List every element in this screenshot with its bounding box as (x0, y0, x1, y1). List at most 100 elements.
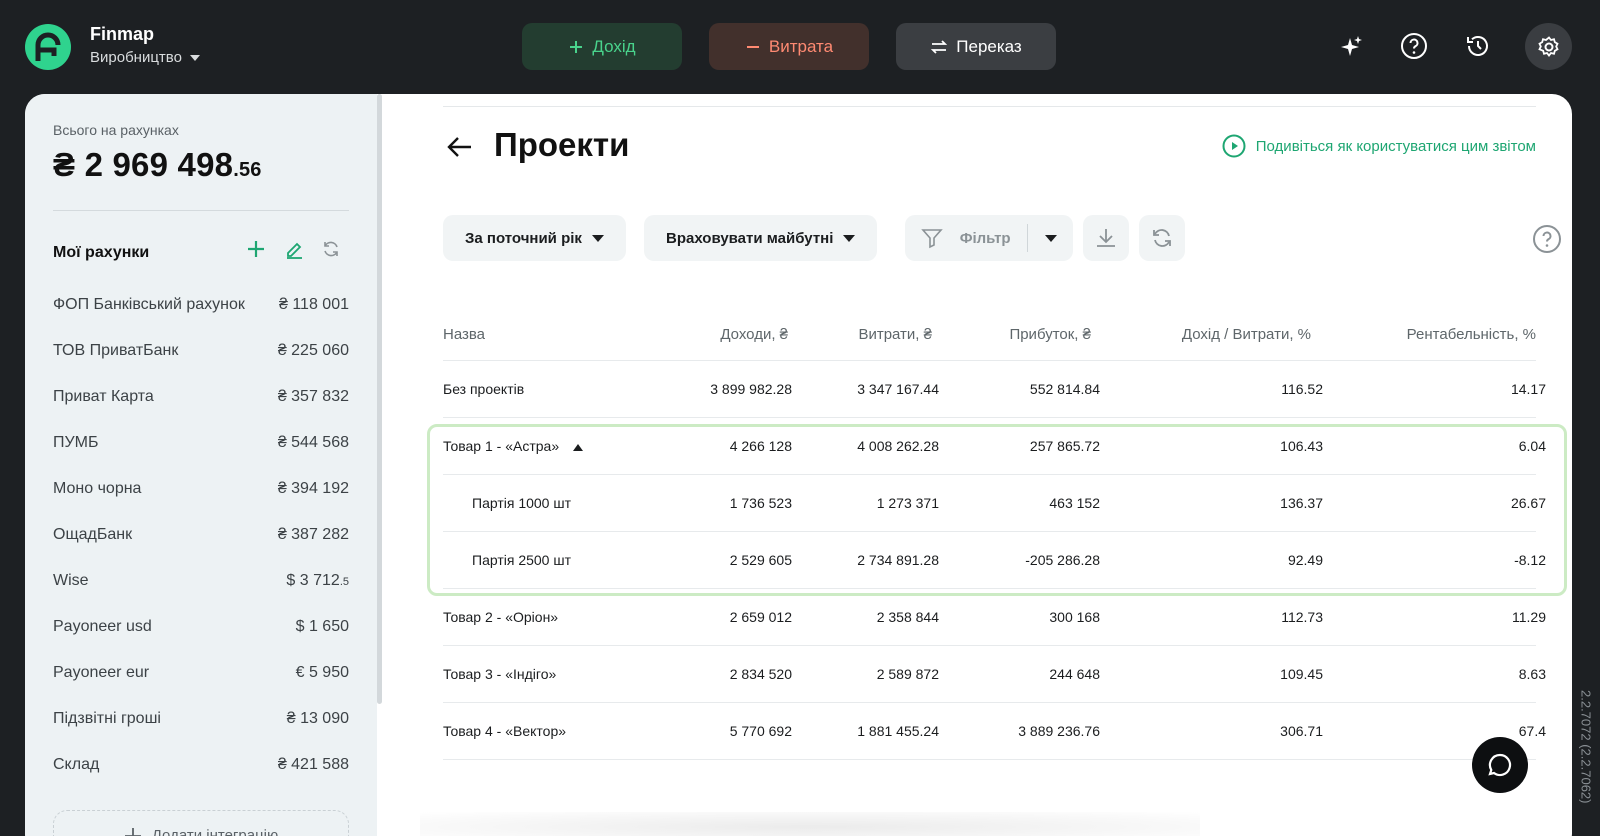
account-item[interactable]: ФОП Банківський рахунок ₴ 118 001 (53, 283, 349, 327)
divider (1027, 224, 1029, 252)
account-balance: $ 3 712.5 (286, 572, 349, 590)
table-row[interactable]: Без проектів 3 899 982.28 3 347 167.44 5… (443, 361, 1546, 418)
tutorial-link-label: Подивіться як користуватися цим звітом (1255, 137, 1536, 155)
expense-value: 1 881 455.24 (857, 723, 939, 739)
account-name: ФОП Банківський рахунок (53, 296, 245, 313)
divider (53, 210, 349, 211)
brand-name: Finmap (90, 24, 155, 44)
ratio-value: 109.45 (1280, 666, 1323, 682)
account-item[interactable]: ОщадБанк ₴ 387 282 (53, 513, 349, 557)
account-item[interactable]: Приват Карта ₴ 357 832 (53, 375, 349, 419)
account-item[interactable]: ТОВ ПриватБанк ₴ 225 060 (53, 329, 349, 373)
table-subrow[interactable]: Партія 2500 шт 2 529 605 2 734 891.28 -2… (443, 532, 1546, 589)
add-income-button[interactable]: Дохід (522, 23, 682, 70)
sidebar-scrollbar[interactable] (377, 94, 382, 704)
account-name: ТОВ ПриватБанк (53, 342, 179, 359)
column-header-margin[interactable]: Рентабельність, % (1407, 326, 1536, 343)
period-dropdown[interactable]: За поточний рік (443, 215, 626, 261)
profit-value: 300 168 (1049, 609, 1100, 625)
accounts-sidebar: Всього на рахунках ₴ 2 969 498.56 Мої ра… (25, 94, 377, 836)
column-header-expense[interactable]: Витрати, ₴ (858, 326, 932, 343)
edit-accounts-button[interactable] (281, 236, 307, 262)
profit-value: 552 814.84 (1029, 381, 1100, 397)
account-item[interactable]: ПУМБ ₴ 544 568 (53, 421, 349, 465)
account-item[interactable]: Payoneer eur € 5 950 (53, 651, 349, 695)
account-balance-main: $ 1 650 (295, 618, 349, 635)
chevron-down-icon (591, 234, 604, 242)
workspace-selector[interactable]: Виробництво (90, 49, 200, 66)
arrow-left-icon[interactable] (445, 134, 475, 160)
settings-button[interactable] (1525, 23, 1572, 70)
table-row[interactable]: Товар 2 - «Оріон» 2 659 012 2 358 844 30… (443, 589, 1546, 646)
ratio-value: 116.52 (1281, 381, 1323, 397)
account-balance-main: ₴ 225 060 (277, 342, 349, 359)
edit-icon (287, 242, 302, 259)
income-value: 2 659 012 (729, 609, 792, 625)
column-header-profit[interactable]: Прибуток, ₴ (1009, 326, 1091, 343)
expense-value: 2 358 844 (876, 609, 939, 625)
account-balance-main: ₴ 357 832 (277, 388, 349, 405)
add-integration-button[interactable]: Додати інтеграцію (53, 810, 349, 836)
refresh-accounts-button[interactable] (318, 236, 344, 262)
download-button[interactable] (1083, 215, 1129, 261)
project-name: Без проектів (443, 381, 525, 397)
account-balance: ₴ 421 588 (278, 756, 349, 774)
gear-icon (1537, 35, 1559, 57)
chevron-down-icon[interactable] (1044, 234, 1057, 242)
history-button[interactable] (1462, 30, 1494, 62)
table-row[interactable]: Товар 3 - «Індіго» 2 834 520 2 589 872 2… (443, 646, 1546, 703)
chevron-up-icon[interactable] (573, 443, 584, 451)
ai-assistant-button[interactable] (1336, 30, 1368, 62)
page-title: Проекти (494, 126, 630, 163)
table-subrow[interactable]: Партія 1000 шт 1 736 523 1 273 371 463 1… (443, 475, 1546, 532)
minus-icon (746, 45, 759, 48)
logo-icon[interactable] (24, 23, 72, 71)
column-header-income[interactable]: Доходи, ₴ (720, 326, 788, 343)
expense-value: 3 347 167.44 (857, 381, 939, 397)
filter-button[interactable]: Фільтр (905, 215, 1073, 261)
expense-value: 2 734 891.28 (857, 552, 939, 568)
workspace-switcher[interactable]: Finmap Виробництво (90, 24, 200, 66)
add-transfer-button[interactable]: Переказ (896, 23, 1056, 70)
account-name: Підзвітні гроші (53, 710, 161, 727)
table-row[interactable]: Товар 4 - «Вектор» 5 770 692 1 881 455.2… (443, 703, 1546, 760)
income-value: 4 266 128 (729, 438, 792, 454)
chat-button[interactable] (1472, 737, 1528, 793)
project-name: Товар 2 - «Оріон» (443, 609, 559, 625)
table-row-expanded[interactable]: Товар 1 - «Астра» 4 266 128 4 008 262.28… (443, 418, 1546, 475)
add-expense-button[interactable]: Витрата (709, 23, 869, 70)
profit-value: 244 648 (1049, 666, 1100, 682)
chevron-down-icon (189, 54, 200, 61)
add-account-button[interactable] (243, 236, 269, 262)
help-icon[interactable] (1532, 224, 1562, 254)
account-item[interactable]: Wise $ 3 712.5 (53, 559, 349, 603)
expense-value: 4 008 262.28 (857, 438, 939, 454)
divider (443, 106, 1536, 107)
column-header-name[interactable]: Назва (443, 326, 485, 343)
account-name: ПУМБ (53, 434, 99, 451)
help-button[interactable] (1398, 30, 1430, 62)
column-header-ratio[interactable]: Дохід / Витрати, % (1182, 326, 1311, 343)
transfer-icon (931, 39, 948, 54)
account-balance-main: $ 3 712 (286, 572, 340, 589)
project-name: Товар 1 - «Астра» (443, 438, 560, 454)
account-item[interactable]: Payoneer usd $ 1 650 (53, 605, 349, 649)
report-content: Проекти Подивіться як користуватися цим … (411, 94, 1567, 836)
margin-value: 8.63 (1518, 666, 1546, 682)
account-balance-main: ₴ 387 282 (277, 526, 349, 543)
project-name: Товар 3 - «Індіго» (443, 666, 557, 682)
refresh-button[interactable] (1139, 215, 1185, 261)
account-name: ОщадБанк (53, 526, 133, 543)
tutorial-link[interactable]: Подивіться як користуватися цим звітом (1222, 134, 1536, 158)
add-expense-label: Витрата (768, 36, 834, 56)
account-item[interactable]: Склад ₴ 421 588 (53, 743, 349, 787)
account-item[interactable]: Підзвітні гроші ₴ 13 090 (53, 697, 349, 741)
future-dropdown[interactable]: Враховувати майбутні (644, 215, 878, 261)
income-value: 1 736 523 (729, 495, 792, 511)
scroll-shadow (420, 812, 1200, 836)
account-item[interactable]: Моно чорна ₴ 394 192 (53, 467, 349, 511)
sparkle-icon (1341, 36, 1362, 56)
margin-value: 67.4 (1518, 723, 1546, 739)
plus-icon (248, 241, 264, 257)
income-value: 3 899 982.28 (710, 381, 792, 397)
